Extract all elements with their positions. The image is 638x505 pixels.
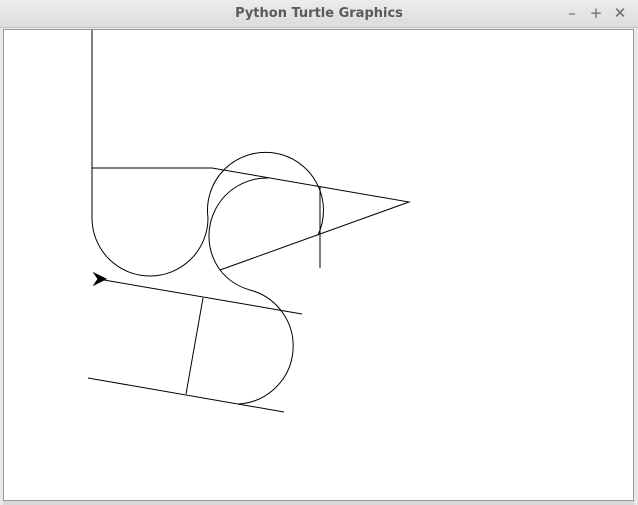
drawing-path bbox=[185, 297, 204, 395]
turtle-window: Python Turtle Graphics – + ✕ bbox=[0, 0, 638, 505]
drawing-path bbox=[103, 279, 303, 315]
close-button[interactable]: ✕ bbox=[610, 3, 630, 23]
window-title: Python Turtle Graphics bbox=[235, 6, 403, 21]
maximize-icon: + bbox=[589, 4, 603, 22]
minimize-icon: – bbox=[568, 4, 576, 22]
drawing-path bbox=[87, 377, 285, 413]
close-icon: ✕ bbox=[613, 4, 627, 22]
drawing-path bbox=[92, 167, 411, 271]
drawing-path bbox=[208, 177, 269, 291]
maximize-button[interactable]: + bbox=[586, 3, 606, 23]
window-controls: – + ✕ bbox=[562, 3, 630, 25]
canvas-bottom-edge bbox=[3, 501, 634, 505]
drawing-path bbox=[91, 217, 209, 277]
drawing-surface bbox=[87, 30, 411, 413]
turtle-arrow-icon bbox=[92, 271, 108, 287]
drawing-path bbox=[207, 151, 324, 236]
drawing-path bbox=[237, 289, 294, 405]
turtle-canvas[interactable] bbox=[3, 29, 634, 501]
title-bar[interactable]: Python Turtle Graphics – + ✕ bbox=[0, 0, 638, 28]
minimize-button[interactable]: – bbox=[562, 3, 582, 23]
